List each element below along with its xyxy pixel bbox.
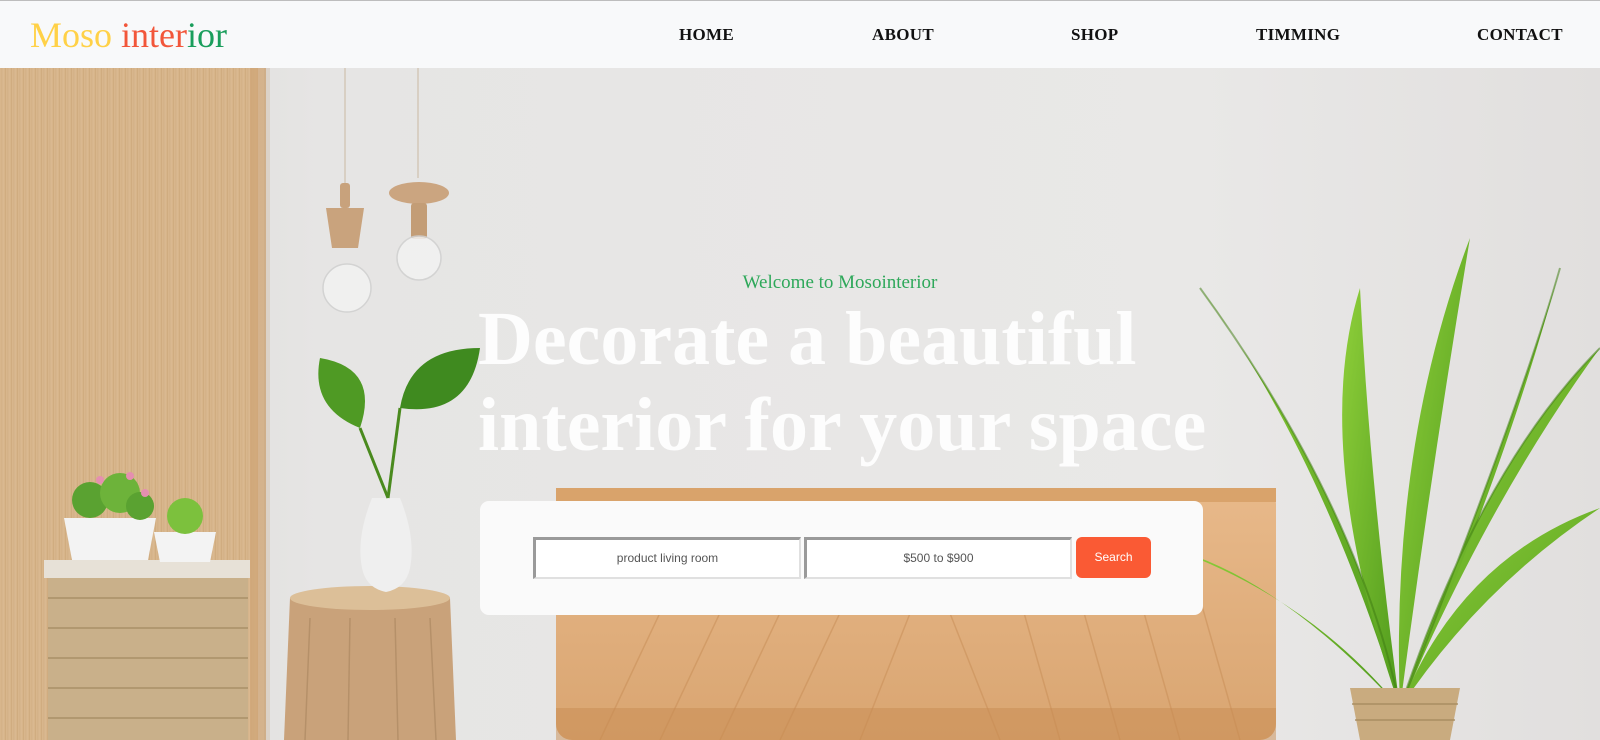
logo-text-moso: Moso — [30, 15, 122, 55]
navbar: Moso interior HOME ABOUT SHOP TIMMING CO… — [0, 0, 1600, 68]
page: Moso interior HOME ABOUT SHOP TIMMING CO… — [0, 0, 1600, 740]
nav-shop[interactable]: SHOP — [1071, 25, 1119, 45]
price-range-input[interactable]: $500 to $900 — [804, 537, 1072, 579]
search-button[interactable]: Search — [1076, 537, 1151, 578]
logo-text-ior: ior — [187, 15, 228, 55]
nav-about[interactable]: ABOUT — [872, 25, 934, 45]
nav-timming[interactable]: TIMMING — [1256, 25, 1340, 45]
nav-home[interactable]: HOME — [679, 25, 734, 45]
search-card: product living room $500 to $900 Search — [480, 501, 1203, 615]
hero-headline-line1: Decorate a beautiful — [478, 297, 1137, 381]
logo-text-inter: inter — [121, 15, 188, 55]
hero-headline-line2: interior for your space — [478, 383, 1207, 467]
hero-section: Welcome to Mosointerior Decorate a beaut… — [0, 68, 1600, 740]
logo-link[interactable]: Moso interior — [30, 15, 227, 55]
welcome-text: Welcome to Mosointerior — [742, 272, 938, 293]
hero-headline: Decorate a beautiful interior for your s… — [478, 296, 1238, 468]
product-search-input[interactable]: product living room — [533, 537, 801, 579]
nav-contact[interactable]: CONTACT — [1477, 25, 1563, 45]
